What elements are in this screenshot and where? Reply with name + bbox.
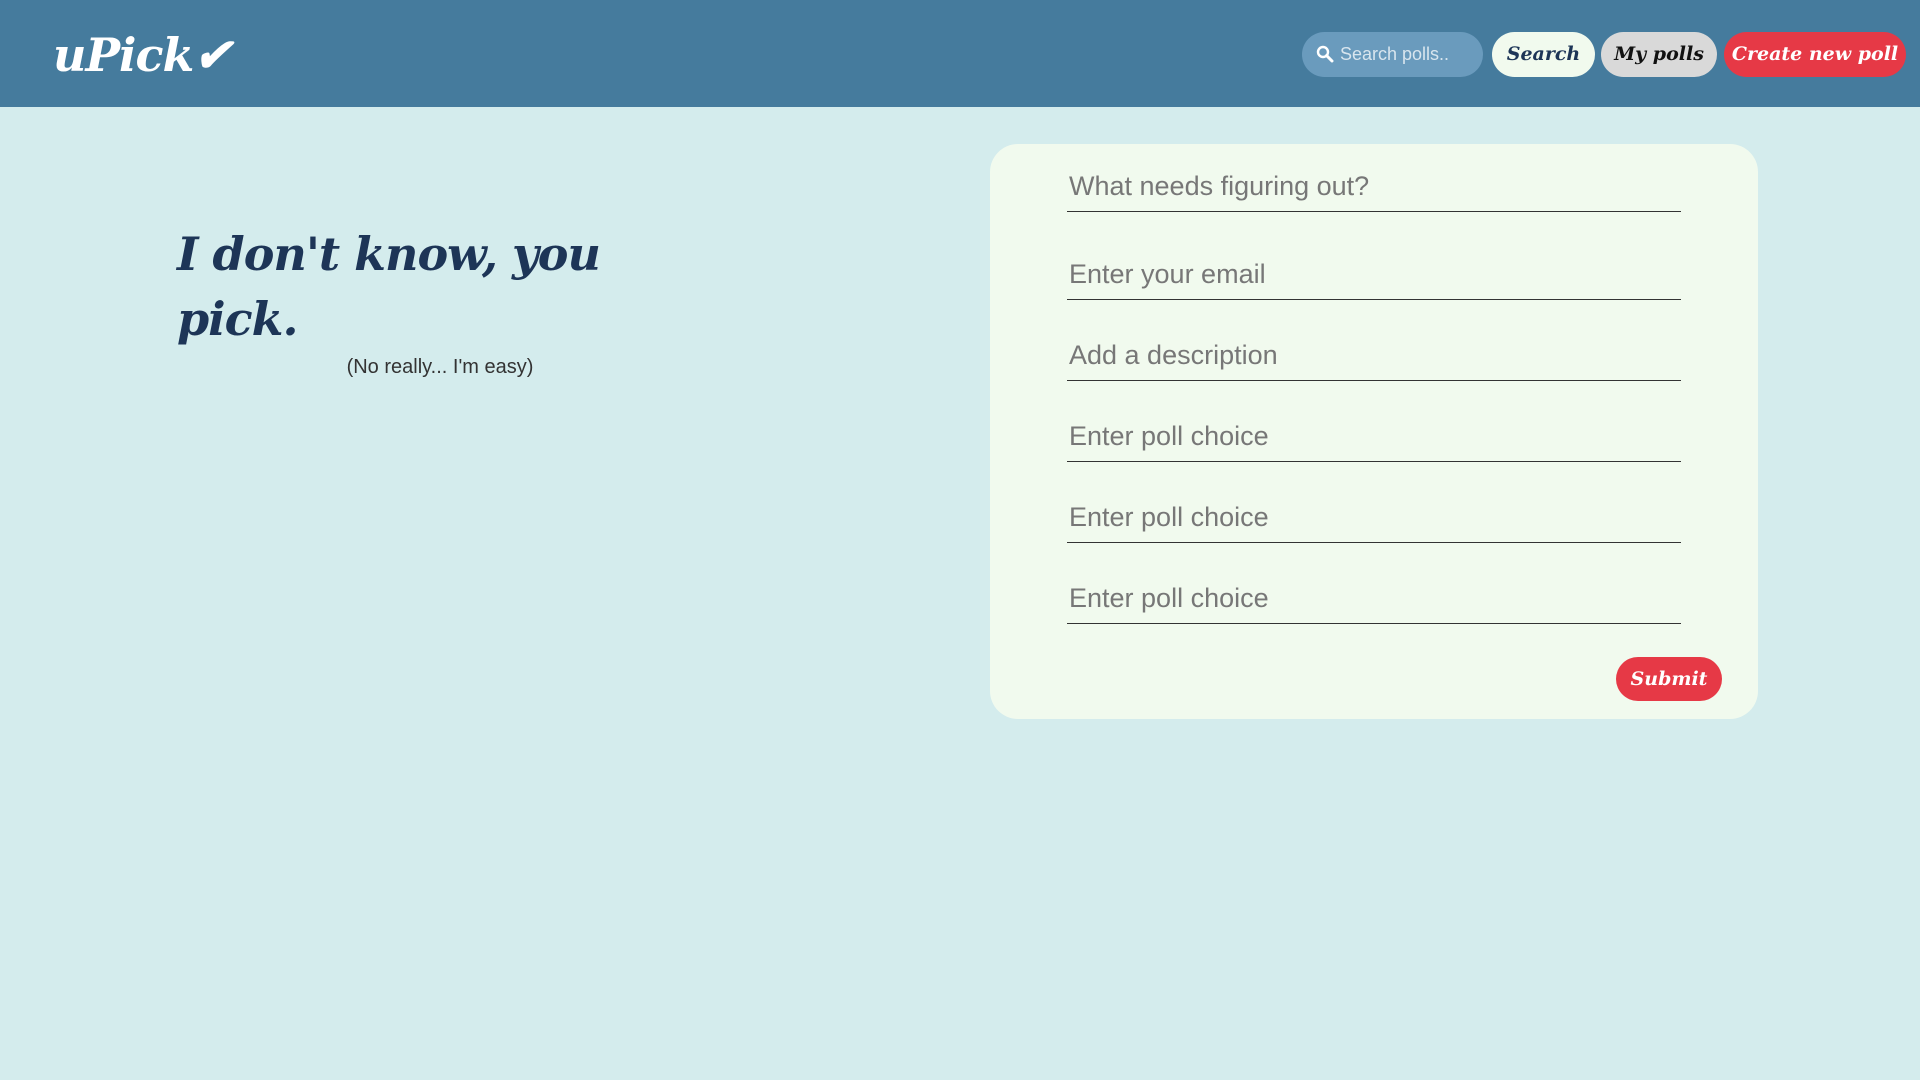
- poll-choice-input-2[interactable]: [1067, 493, 1681, 543]
- logo[interactable]: uPick✔: [53, 26, 232, 84]
- search-button[interactable]: Search: [1492, 32, 1595, 77]
- search-box[interactable]: [1302, 32, 1483, 77]
- navbar: uPick✔ Search My polls Create new poll: [0, 0, 1920, 107]
- my-polls-button[interactable]: My polls: [1601, 32, 1717, 77]
- poll-choice-input-3[interactable]: [1067, 574, 1681, 624]
- email-input[interactable]: [1067, 250, 1681, 300]
- question-input[interactable]: [1067, 162, 1681, 212]
- hero-subtitle: (No really... I'm easy): [346, 356, 534, 378]
- poll-choice-input-1[interactable]: [1067, 412, 1681, 462]
- create-poll-form: Submit: [990, 144, 1758, 719]
- description-input[interactable]: [1067, 331, 1681, 381]
- create-new-poll-button[interactable]: Create new poll: [1724, 32, 1906, 77]
- submit-button[interactable]: Submit: [1616, 657, 1722, 701]
- hero-title: I don't know, you pick.: [177, 227, 601, 346]
- search-icon: [1316, 45, 1334, 63]
- search-input[interactable]: [1338, 32, 1478, 77]
